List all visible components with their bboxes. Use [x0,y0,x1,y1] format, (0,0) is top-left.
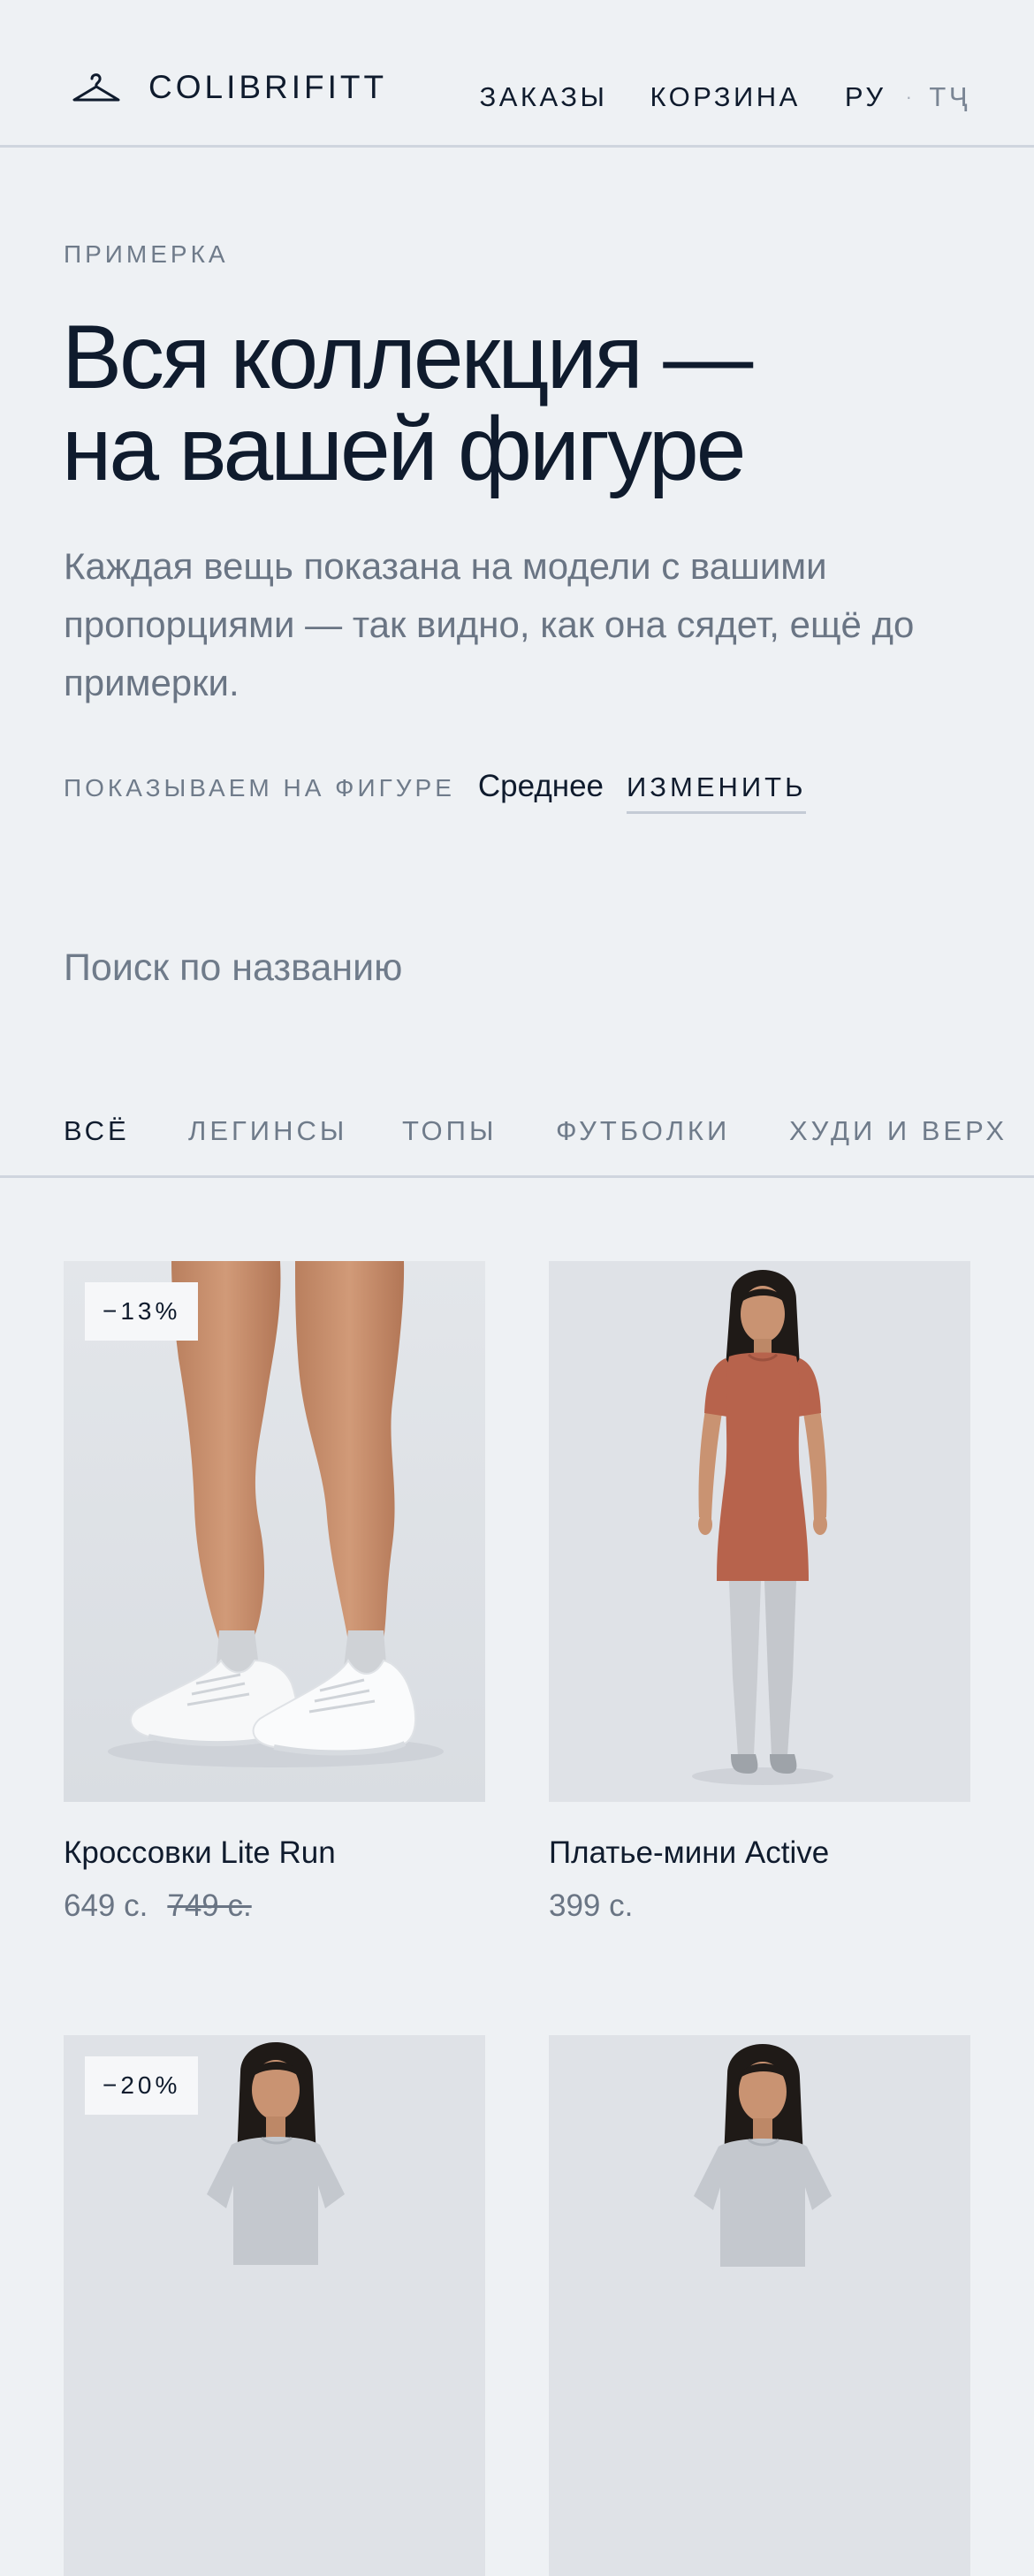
category-tabs: ВСЁ ЛЕГИНСЫ ТОПЫ ФУТБОЛКИ ХУДИ И ВЕРХ [0,1115,1034,1178]
product-name[interactable]: Кроссовки Lite Run [64,1835,336,1871]
product-name[interactable]: Платье-мини Active [549,1835,829,1871]
search-input[interactable] [64,937,970,999]
product-image-tshirt[interactable] [549,2035,970,2576]
old-price: 749 с. [167,1888,252,1923]
product-price: 399 с. [549,1888,633,1924]
current-price: 399 с. [549,1888,634,1923]
language-ru-link[interactable]: РУ [845,81,886,113]
figure-selector: ПОКАЗЫВАЕМ НА ФИГУРЕ Среднее ИЗМЕНИТЬ [64,769,807,814]
figure-value: Среднее [477,769,604,803]
top-nav: ЗАКАЗЫ КОРЗИНА РУ · ТҶ [480,81,971,113]
tab-all[interactable]: ВСЁ [64,1115,130,1147]
section-eyebrow: ПРИМЕРКА [64,240,229,268]
page-title: Вся коллекция — на вашей фигуре [62,307,753,499]
discount-badge: −20% [85,2056,199,2115]
tab-tshirts[interactable]: ФУТБОЛКИ [556,1115,730,1147]
product-image-sneakers[interactable]: −13% [64,1261,485,1802]
figure-label: ПОКАЗЫВАЕМ НА ФИГУРЕ [64,774,455,802]
product-card[interactable]: −20% [64,2035,485,2576]
tab-leggings[interactable]: ЛЕГИНСЫ [188,1115,347,1147]
language-separator: · [905,86,916,108]
product-image-dress[interactable] [549,1261,970,1802]
nav-orders-link[interactable]: ЗАКАЗЫ [480,81,608,113]
page-title-line-1: Вся коллекция — [62,307,753,407]
page-subtitle: Каждая вещь показана на модели с вашими … [64,545,915,703]
brand-name: COLIBRIFITT [148,69,388,105]
tab-hoodies[interactable]: ХУДИ И ВЕРХ [789,1115,1007,1147]
change-figure-link[interactable]: ИЗМЕНИТЬ [627,771,807,814]
product-image-tshirt[interactable]: −20% [64,2035,485,2576]
hanger-icon [71,72,122,103]
top-header: COLIBRIFITT ЗАКАЗЫ КОРЗИНА РУ · ТҶ [0,0,1034,148]
product-card[interactable] [549,2035,970,2576]
language-tj-link[interactable]: ТҶ [929,81,970,113]
product-card[interactable]: −13% Кроссовки Lite Run 649 с. 749 с. [64,1261,485,1923]
discount-badge: −13% [85,1282,199,1341]
brand-logo[interactable]: COLIBRIFITT [71,69,387,106]
product-price: 649 с. 749 с. [64,1888,252,1924]
product-card[interactable]: Платье-мини Active 399 с. [549,1261,970,1923]
nav-cart-link[interactable]: КОРЗИНА [650,81,800,113]
current-price: 649 с. [64,1888,148,1923]
page-title-line-2: на вашей фигуре [62,399,746,499]
tab-tops[interactable]: ТОПЫ [402,1115,497,1147]
